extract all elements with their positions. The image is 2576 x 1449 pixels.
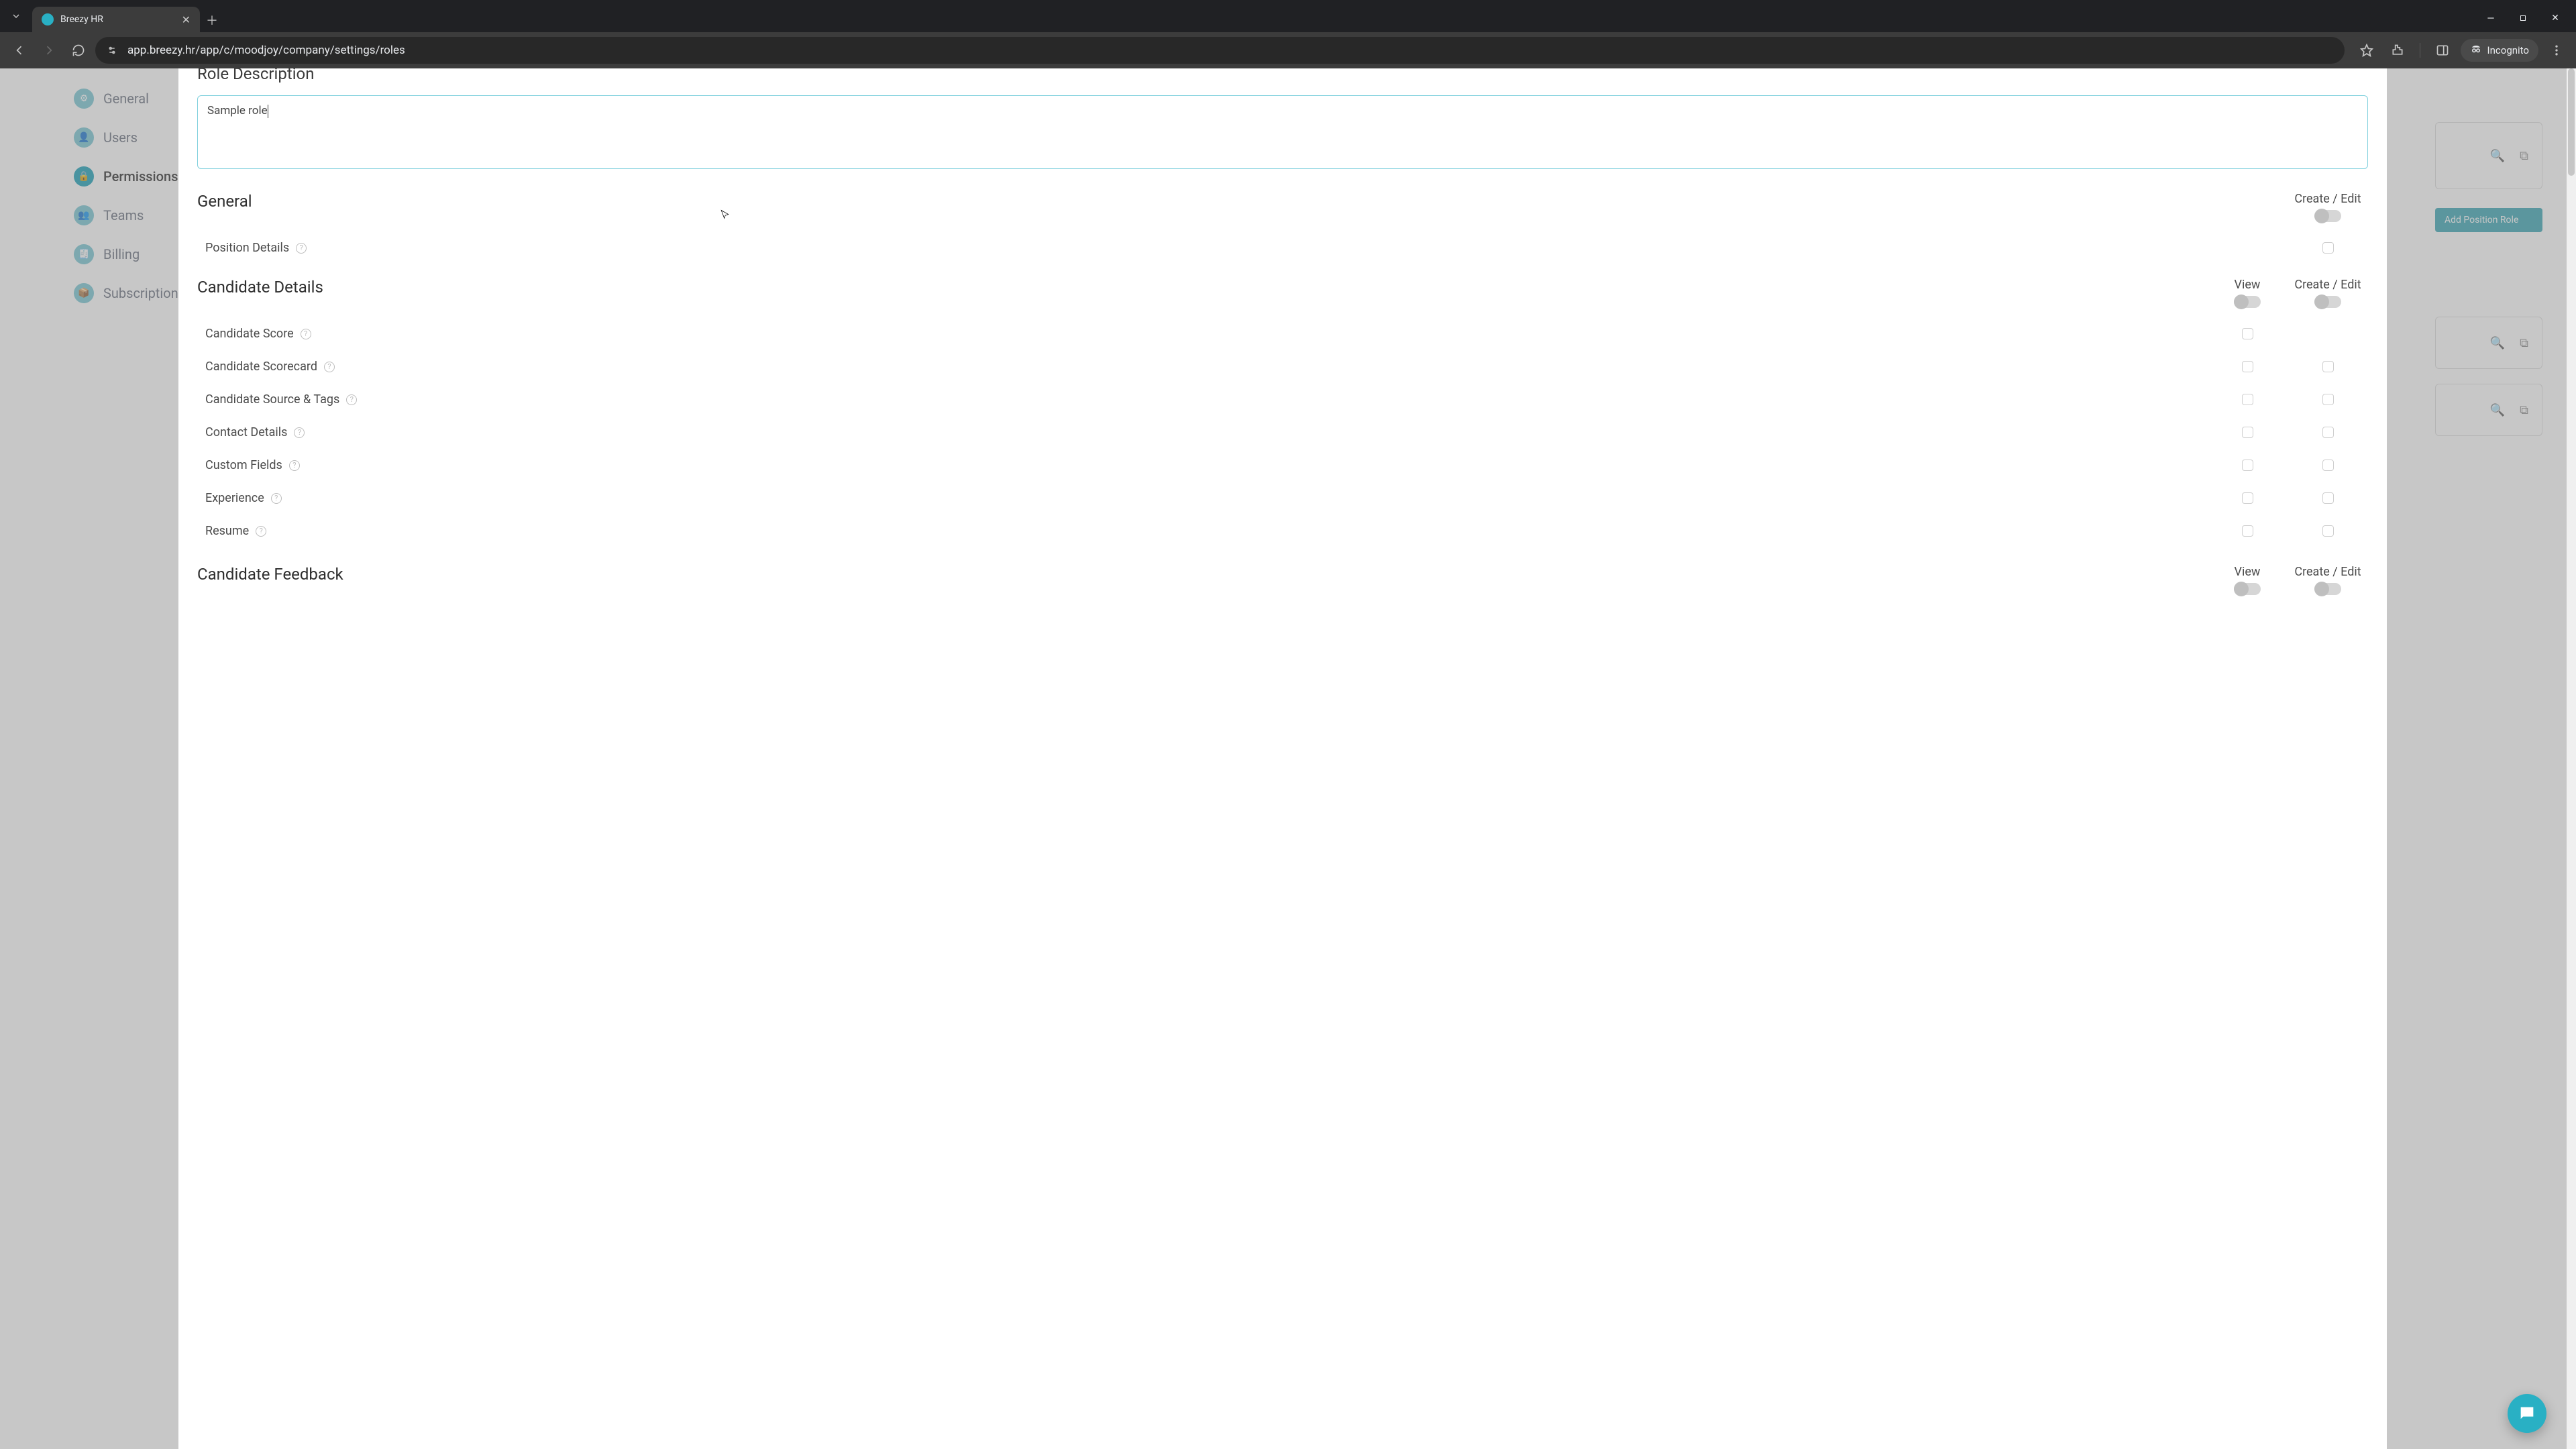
bookmark-star-icon[interactable] <box>2354 38 2379 63</box>
window-minimize-button[interactable] <box>2482 9 2500 27</box>
toggle-create-edit-candidate-details[interactable] <box>2314 296 2341 308</box>
side-panel-icon[interactable] <box>2430 38 2455 63</box>
checkbox-candidate-scorecard-view[interactable] <box>2242 361 2253 372</box>
browser-menu-icon[interactable] <box>2544 38 2569 63</box>
help-icon[interactable]: ? <box>289 460 300 471</box>
column-header-view: View <box>2207 278 2288 308</box>
perm-label: Candidate Source & Tags <box>205 392 339 407</box>
column-header-create-edit: Create / Edit <box>2288 192 2368 222</box>
site-info-icon[interactable] <box>105 43 119 58</box>
perm-label: Candidate Scorecard <box>205 360 317 374</box>
scrollbar-thumb[interactable] <box>2568 68 2575 176</box>
help-icon[interactable]: ? <box>346 394 357 405</box>
checkbox-position-details-edit[interactable] <box>2322 242 2334 254</box>
checkbox-candidate-source-tags-edit[interactable] <box>2322 394 2334 405</box>
perm-section-general: General . Create / Edit Position Details… <box>197 192 2368 255</box>
perm-row-candidate-scorecard: Candidate Scorecard? <box>197 360 2368 374</box>
toggle-view-candidate-details[interactable] <box>2234 296 2261 308</box>
help-icon[interactable]: ? <box>294 427 305 438</box>
window-close-button[interactable]: ✕ <box>2546 9 2564 27</box>
perm-label: Experience <box>205 491 264 505</box>
role-description-heading: Role Description <box>197 68 2368 83</box>
perm-row-contact-details: Contact Details? <box>197 425 2368 439</box>
page-viewport: ⚙General 👤Users 🔒Permissions 👥Teams 🧾Bil… <box>0 68 2576 1449</box>
perm-row-resume: Resume? <box>197 524 2368 538</box>
column-header-view: View <box>2207 565 2288 595</box>
checkbox-candidate-scorecard-edit[interactable] <box>2322 361 2334 372</box>
perm-row-position-details: Position Details? <box>197 241 2368 255</box>
toggle-view-candidate-feedback[interactable] <box>2234 583 2261 595</box>
column-header-create-edit: Create / Edit <box>2288 278 2368 308</box>
checkbox-custom-fields-view[interactable] <box>2242 460 2253 471</box>
checkbox-custom-fields-edit[interactable] <box>2322 460 2334 471</box>
perm-row-experience: Experience? <box>197 491 2368 505</box>
checkbox-contact-details-view[interactable] <box>2242 427 2253 438</box>
incognito-icon <box>2470 43 2482 58</box>
incognito-indicator[interactable]: Incognito <box>2461 39 2538 62</box>
role-description-input[interactable]: Sample role <box>197 95 2368 169</box>
role-description-value: Sample role <box>207 104 268 117</box>
checkbox-resume-view[interactable] <box>2242 525 2253 537</box>
perm-row-candidate-source-tags: Candidate Source & Tags? <box>197 392 2368 407</box>
toggle-create-edit-general[interactable] <box>2314 210 2341 222</box>
perm-row-candidate-score: Candidate Score? <box>197 327 2368 341</box>
window-controls: ✕ <box>2482 9 2576 32</box>
nav-reload-button[interactable] <box>66 38 91 63</box>
perm-label: Custom Fields <box>205 458 282 472</box>
tab-title: Breezy HR <box>60 14 175 25</box>
browser-toolbar: app.breezy.hr/app/c/moodjoy/company/sett… <box>0 32 2576 68</box>
perm-label: Position Details <box>205 241 289 255</box>
perm-label: Contact Details <box>205 425 287 439</box>
column-header-create-edit: Create / Edit <box>2288 565 2368 595</box>
help-icon[interactable]: ? <box>271 493 282 504</box>
checkbox-candidate-score-view[interactable] <box>2242 328 2253 339</box>
url-text: app.breezy.hr/app/c/moodjoy/company/sett… <box>127 44 405 57</box>
tab-favicon <box>42 13 54 25</box>
new-tab-button[interactable]: ＋ <box>200 8 224 32</box>
extensions-icon[interactable] <box>2385 38 2410 63</box>
browser-tab[interactable]: Breezy HR ✕ <box>32 7 200 32</box>
incognito-label: Incognito <box>2487 44 2529 56</box>
window-maximize-button[interactable] <box>2514 9 2532 27</box>
perm-row-custom-fields: Custom Fields? <box>197 458 2368 472</box>
perm-label: Candidate Score <box>205 327 294 341</box>
tab-close-icon[interactable]: ✕ <box>182 13 191 26</box>
help-icon[interactable]: ? <box>256 526 266 537</box>
address-bar[interactable]: app.breezy.hr/app/c/moodjoy/company/sett… <box>95 37 2345 64</box>
chat-support-button[interactable] <box>2508 1394 2546 1433</box>
role-editor-modal: Role Description Sample role General . C… <box>178 68 2387 1449</box>
help-icon[interactable]: ? <box>296 243 307 254</box>
perm-label: Resume <box>205 524 249 538</box>
checkbox-resume-edit[interactable] <box>2322 525 2334 537</box>
checkbox-candidate-source-tags-view[interactable] <box>2242 394 2253 405</box>
browser-titlebar: Breezy HR ✕ ＋ ✕ <box>0 0 2576 32</box>
tab-search-dropdown[interactable] <box>0 0 32 32</box>
help-icon[interactable]: ? <box>301 329 311 339</box>
section-title: General <box>197 192 2207 211</box>
checkbox-contact-details-edit[interactable] <box>2322 427 2334 438</box>
help-icon[interactable]: ? <box>324 362 335 372</box>
section-title: Candidate Feedback <box>197 565 2207 584</box>
checkbox-experience-edit[interactable] <box>2322 492 2334 504</box>
checkbox-experience-view[interactable] <box>2242 492 2253 504</box>
nav-back-button[interactable] <box>7 38 32 63</box>
section-title: Candidate Details <box>197 278 2207 297</box>
perm-section-candidate-feedback: Candidate Feedback View Create / Edit <box>197 565 2368 595</box>
page-scrollbar[interactable] <box>2567 68 2576 1449</box>
perm-section-candidate-details: Candidate Details View Create / Edit Can… <box>197 278 2368 538</box>
toggle-create-edit-candidate-feedback[interactable] <box>2314 583 2341 595</box>
nav-forward-button[interactable] <box>36 38 62 63</box>
